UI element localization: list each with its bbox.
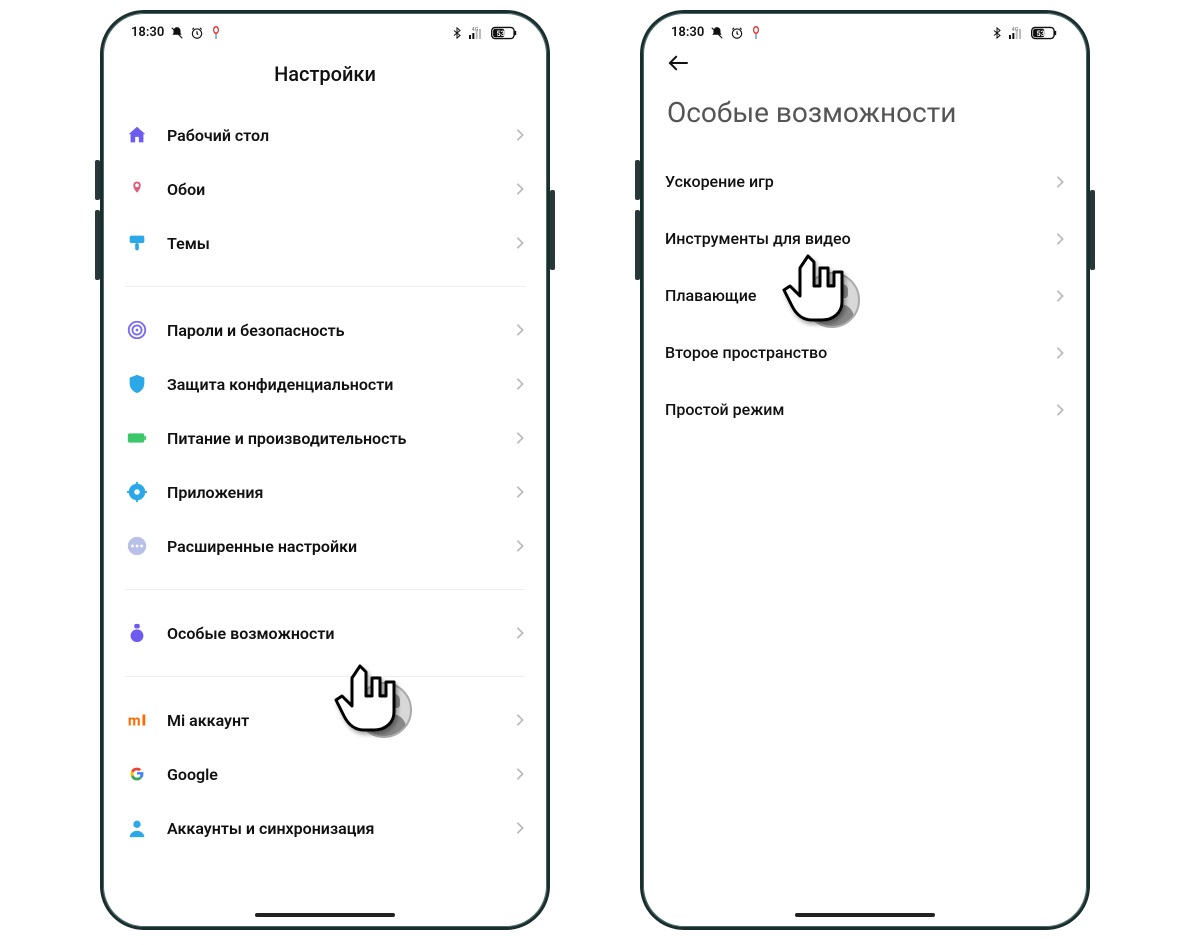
divider <box>125 676 525 677</box>
chevron-right-icon <box>515 236 525 250</box>
signal-icon: 4G <box>469 27 485 39</box>
chevron-right-icon <box>515 485 525 499</box>
settings-row-special-features[interactable]: Особые возможности <box>125 606 525 660</box>
signal-icon: 4G <box>1009 27 1025 39</box>
statusbar: 18:30 4G <box>643 13 1087 44</box>
settings-row-google[interactable]: Google <box>125 747 525 801</box>
phone-special-features: 18:30 4G <box>640 10 1090 930</box>
row-game-turbo[interactable]: Ускорение игр <box>665 153 1065 210</box>
row-label: Ускорение игр <box>665 172 774 191</box>
clock-icon <box>730 26 744 40</box>
row-label: Mi аккаунт <box>167 711 497 730</box>
assistant-icon <box>750 26 762 40</box>
back-button[interactable] <box>667 54 1063 96</box>
wallpaper-icon <box>125 177 149 201</box>
chevron-right-icon <box>1055 232 1065 246</box>
row-floating-windows[interactable]: Плавающие <box>665 267 1065 324</box>
row-label: Расширенные настройки <box>167 537 497 556</box>
row-video-toolbox[interactable]: Инструменты для видео <box>665 210 1065 267</box>
home-indicator[interactable] <box>795 913 935 917</box>
flask-icon <box>125 621 149 645</box>
row-label: Плавающие <box>665 286 756 305</box>
svg-text:4G: 4G <box>1012 27 1019 33</box>
page-title: Особые возможности <box>667 96 1063 153</box>
row-label: Темы <box>167 234 497 253</box>
row-label: Второе пространство <box>665 343 827 362</box>
fingerprint-icon <box>125 318 149 342</box>
svg-text:53: 53 <box>497 29 505 37</box>
chevron-right-icon <box>515 821 525 835</box>
row-label: Питание и производительность <box>167 429 497 448</box>
chevron-right-icon <box>1055 289 1065 303</box>
bell-off-icon <box>710 26 724 40</box>
special-features-list: Ускорение игр Инструменты для видео Плав… <box>643 153 1087 438</box>
statusbar: 18:30 4G <box>103 13 547 44</box>
settings-row-home-screen[interactable]: Рабочий стол <box>125 108 525 162</box>
row-label: Пароли и безопасность <box>167 321 497 340</box>
settings-row-apps[interactable]: Приложения <box>125 465 525 519</box>
settings-row-mi-account[interactable]: m Mi аккаунт <box>125 693 525 747</box>
clock-icon <box>190 26 204 40</box>
settings-row-themes[interactable]: Темы <box>125 216 525 270</box>
phone-settings: 18:30 4G <box>100 10 550 930</box>
row-label: Приложения <box>167 483 497 502</box>
row-label: Рабочий стол <box>167 126 497 145</box>
assistant-icon <box>210 26 222 40</box>
brush-icon <box>125 231 149 255</box>
svg-text:m: m <box>128 712 141 730</box>
chevron-right-icon <box>1055 346 1065 360</box>
chevron-right-icon <box>515 539 525 553</box>
row-label: Простой режим <box>665 400 784 419</box>
row-label: Обои <box>167 180 497 199</box>
bluetooth-icon <box>451 26 463 40</box>
row-lite-mode[interactable]: Простой режим <box>665 381 1065 438</box>
row-second-space[interactable]: Второе пространство <box>665 324 1065 381</box>
battery-icon <box>125 426 149 450</box>
settings-row-battery-performance[interactable]: Питание и производительность <box>125 411 525 465</box>
svg-text:53: 53 <box>1037 29 1045 37</box>
divider <box>125 589 525 590</box>
battery-icon: 53 <box>1031 26 1059 40</box>
row-label: Особые возможности <box>167 624 497 643</box>
bell-off-icon <box>170 26 184 40</box>
home-icon <box>125 123 149 147</box>
dots-icon <box>125 534 149 558</box>
chevron-right-icon <box>515 626 525 640</box>
page-title: Настройки <box>103 44 547 108</box>
person-icon <box>125 816 149 840</box>
status-time: 18:30 <box>131 25 164 40</box>
divider <box>125 286 525 287</box>
settings-list: Рабочий стол Обои Темы <box>103 108 547 855</box>
chevron-right-icon <box>515 377 525 391</box>
settings-row-passwords-security[interactable]: Пароли и безопасность <box>125 303 525 357</box>
row-label: Аккаунты и синхронизация <box>167 819 497 838</box>
svg-text:4G: 4G <box>472 27 479 33</box>
chevron-right-icon <box>1055 175 1065 189</box>
chevron-right-icon <box>1055 403 1065 417</box>
gear-icon <box>125 480 149 504</box>
settings-row-privacy[interactable]: Защита конфиденциальности <box>125 357 525 411</box>
settings-row-additional[interactable]: Расширенные настройки <box>125 519 525 573</box>
chevron-right-icon <box>515 431 525 445</box>
chevron-right-icon <box>515 128 525 142</box>
home-indicator[interactable] <box>255 913 395 917</box>
settings-row-accounts-sync[interactable]: Аккаунты и синхронизация <box>125 801 525 855</box>
chevron-right-icon <box>515 323 525 337</box>
shield-icon <box>125 372 149 396</box>
mi-icon: m <box>125 708 149 732</box>
battery-icon: 53 <box>491 26 519 40</box>
row-label: Защита конфиденциальности <box>167 375 497 394</box>
row-label: Google <box>167 765 497 784</box>
row-label: Инструменты для видео <box>665 229 851 248</box>
google-icon <box>125 762 149 786</box>
status-time: 18:30 <box>671 25 704 40</box>
chevron-right-icon <box>515 713 525 727</box>
settings-row-wallpaper[interactable]: Обои <box>125 162 525 216</box>
bluetooth-icon <box>991 26 1003 40</box>
chevron-right-icon <box>515 767 525 781</box>
chevron-right-icon <box>515 182 525 196</box>
